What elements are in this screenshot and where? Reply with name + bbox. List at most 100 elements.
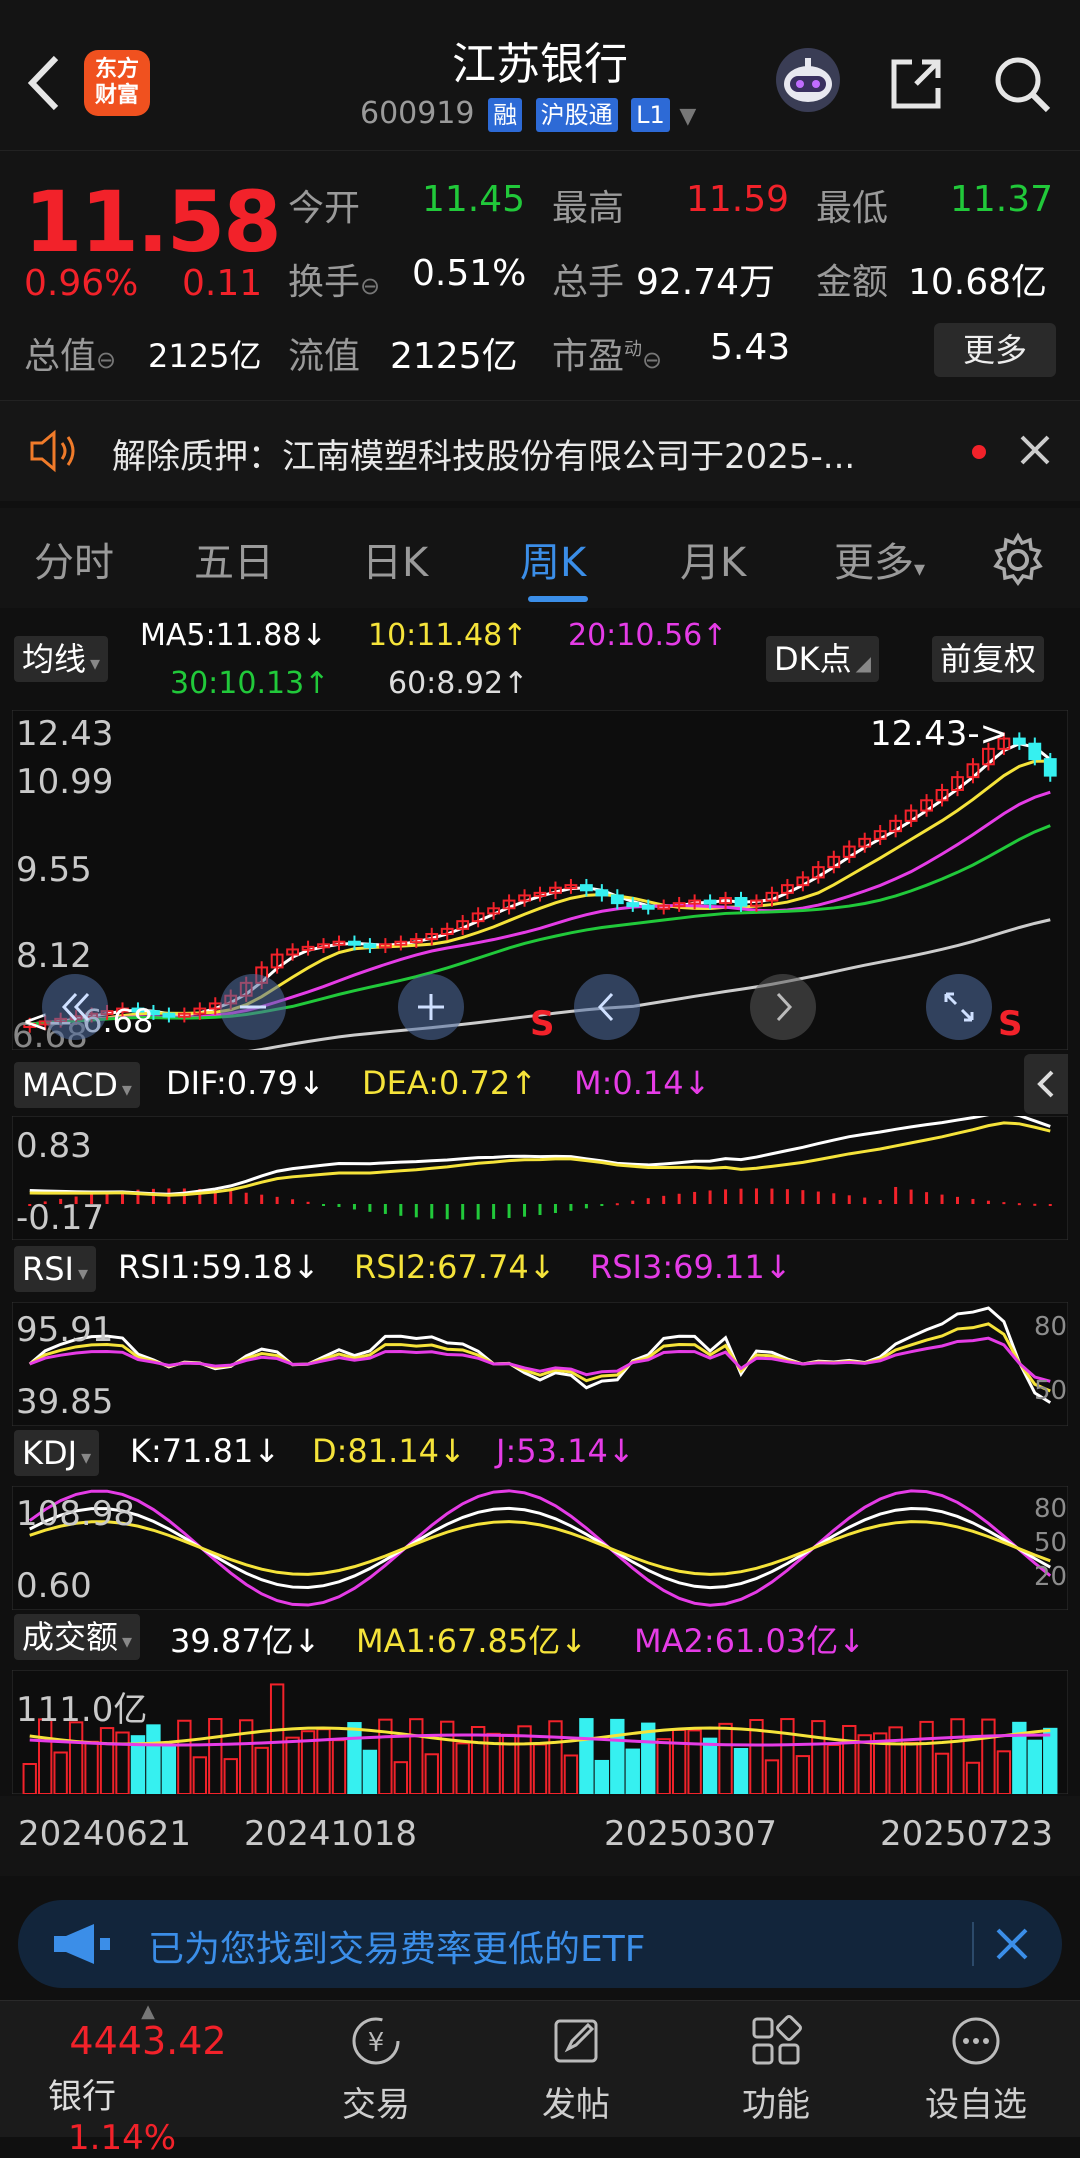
macd-bar — [1017, 1203, 1021, 1206]
macd-bar — [693, 1191, 697, 1204]
mktcap-label: 总值⊖ — [24, 336, 117, 377]
tab-five-day[interactable]: 五日 — [194, 530, 274, 588]
volume-chart[interactable] — [12, 1670, 1068, 1794]
macd-bar — [739, 1188, 743, 1204]
index-value: 4443.42 — [69, 2019, 227, 2063]
rsi-ref-50: 50 — [1034, 1376, 1068, 1406]
volume-bar — [625, 1748, 640, 1794]
macd-bar — [847, 1195, 851, 1204]
tab-daily-k[interactable]: 日K — [362, 530, 428, 588]
volume-bar — [610, 1718, 625, 1794]
close-icon[interactable] — [1018, 433, 1052, 467]
stock-code: 600919 — [360, 96, 475, 131]
macd-bar — [584, 1204, 588, 1209]
macd-axis-bottom: -0.17 — [16, 1198, 104, 1238]
rsi-select[interactable]: RSI ▾ — [14, 1246, 97, 1292]
tab-weekly-k[interactable]: 周K — [520, 530, 586, 588]
amount-label: 金额 — [816, 262, 889, 303]
kdj-ref-50: 50 — [1034, 1528, 1068, 1558]
macd-bar — [368, 1204, 372, 1212]
candle-body — [1043, 758, 1057, 777]
tab-monthly-k[interactable]: 月K — [680, 530, 746, 588]
ma60-value: 60:8.92↑ — [388, 666, 529, 701]
macd-bar — [229, 1191, 233, 1204]
scroll-right-button[interactable] — [750, 974, 816, 1040]
macd-bar — [801, 1190, 805, 1204]
kdj-j-value: J:53.14↓ — [496, 1432, 635, 1470]
rsi-axis-top: 95.91 — [16, 1310, 114, 1350]
kdj-k-value: K:71.81↓ — [130, 1432, 281, 1470]
chevron-down-icon[interactable]: ▼ — [679, 104, 696, 129]
ma-select[interactable]: 均线 ▾ — [14, 636, 109, 682]
volume-bar — [1043, 1727, 1058, 1794]
volume-select[interactable]: 成交额 ▾ — [14, 1614, 141, 1660]
macd-bar — [600, 1204, 604, 1206]
nav-post[interactable]: 发帖 — [496, 2011, 656, 2126]
mktcap-value: 2125亿 — [148, 337, 262, 375]
zoom-in-button[interactable] — [398, 974, 464, 1040]
macd-bar — [677, 1193, 681, 1204]
macd-dea: DEA:0.72↑ — [362, 1064, 538, 1102]
fullscreen-button[interactable] — [926, 974, 992, 1040]
kdj-axis-bottom: 0.60 — [16, 1566, 92, 1606]
macd-select[interactable]: MACD ▾ — [14, 1062, 140, 1108]
volume-value: 92.74万 — [636, 262, 776, 303]
macd-bar — [662, 1195, 666, 1204]
volume-axis-top: 111.0亿 — [16, 1690, 148, 1730]
macd-m: M:0.14↓ — [574, 1064, 711, 1102]
rsi2-value: RSI2:67.74↓ — [354, 1248, 556, 1286]
kdj-select[interactable]: KDJ ▾ — [14, 1430, 100, 1476]
macd-bar — [878, 1200, 882, 1204]
divider — [972, 1922, 974, 1966]
date-axis: 20240621 20241018 20250307 20250723 — [0, 1796, 1080, 1876]
share-icon[interactable] — [886, 54, 946, 114]
kdj-chart[interactable] — [12, 1486, 1068, 1610]
index-change: 1.14% — [68, 2118, 177, 2158]
macd-chart[interactable] — [12, 1116, 1068, 1240]
macd-bar — [708, 1190, 712, 1204]
macd-bar — [569, 1204, 573, 1211]
macd-bar — [538, 1204, 542, 1216]
close-icon[interactable] — [994, 1926, 1030, 1962]
macd-bar — [553, 1204, 557, 1214]
search-icon[interactable] — [990, 52, 1054, 116]
volume-ma1: MA1:67.85亿↓ — [356, 1622, 588, 1660]
float-value: 2125亿 — [390, 336, 518, 377]
candle-body — [734, 897, 748, 907]
volume-bar — [1027, 1739, 1042, 1794]
macd-bar — [925, 1192, 929, 1204]
candlestick-chart[interactable] — [12, 710, 1068, 1050]
tab-intraday[interactable]: 分时 — [34, 530, 114, 588]
level-tag[interactable]: L1 — [631, 97, 670, 132]
period-tabs: 分时 五日 日K 周K 月K 更多▾ — [0, 508, 1080, 608]
macd-bar — [260, 1194, 264, 1204]
more-button[interactable]: 更多 — [934, 323, 1056, 377]
chevron-up-icon: ▲ — [141, 2001, 155, 2022]
connect-tag: 沪股通 — [535, 97, 618, 132]
nav-watchlist[interactable]: 设自选 — [896, 2011, 1056, 2126]
candle-body — [610, 894, 624, 905]
nav-trade[interactable]: ¥ 交易 — [296, 2011, 456, 2126]
scroll-left-fast-button[interactable] — [42, 974, 108, 1040]
dk-button[interactable]: DK点 ◢ — [766, 636, 880, 682]
promo-text[interactable]: 已为您找到交易费率更低的ETF — [148, 1920, 645, 1972]
assistant-robot-icon[interactable] — [776, 48, 840, 112]
scroll-left-button[interactable] — [574, 974, 640, 1040]
nav-functions[interactable]: 功能 — [696, 2011, 856, 2126]
kdj-d-value: D:81.14↓ — [312, 1432, 466, 1470]
rsi1-value: RSI1:59.18↓ — [118, 1248, 320, 1286]
tab-more[interactable]: 更多▾ — [834, 530, 925, 588]
float-label: 流值 — [288, 336, 361, 377]
macd-bar — [492, 1204, 496, 1219]
news-bar[interactable]: 解除质押：江南模塑科技股份有限公司于2025-... — [0, 400, 1080, 501]
adjust-button[interactable]: 前复权 — [932, 636, 1045, 682]
news-text[interactable]: 解除质押：江南模塑科技股份有限公司于2025-... — [112, 429, 952, 478]
macd-bar — [754, 1188, 758, 1204]
etf-promo-banner[interactable]: 已为您找到交易费率更低的ETF — [18, 1900, 1062, 1988]
zoom-out-button[interactable] — [220, 974, 286, 1040]
index-ticker[interactable]: ▲ 4443.42 银行 1.14% — [48, 2001, 248, 2158]
megaphone-icon — [54, 1924, 110, 1964]
gear-icon[interactable] — [990, 532, 1046, 588]
rsi-chart[interactable] — [12, 1302, 1068, 1426]
collapse-panel-button[interactable] — [1024, 1054, 1068, 1114]
